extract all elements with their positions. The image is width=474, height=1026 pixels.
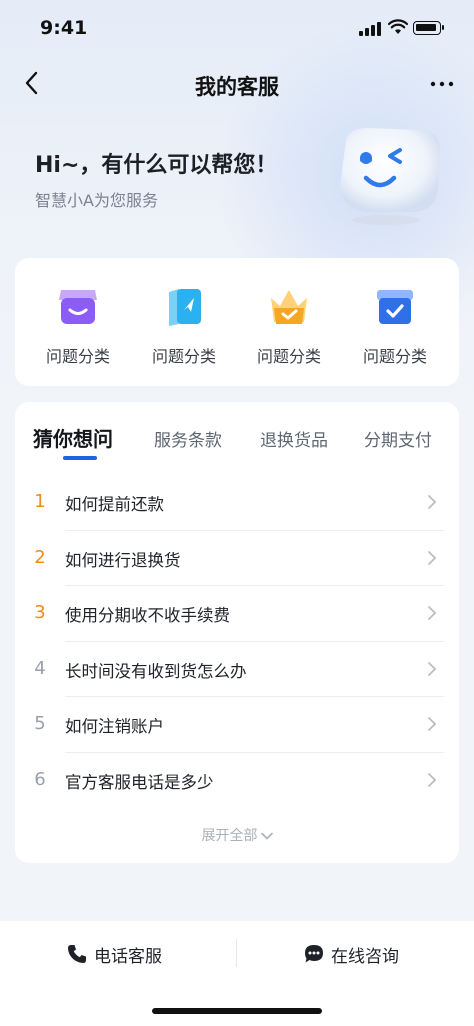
category-card: 问题分类 问题分类 问题分类 问题分类 [15,258,459,386]
faq-number: 2 [34,546,46,568]
expand-all-button[interactable]: 展开全部 [15,825,459,845]
expand-all-label: 展开全部 [201,828,258,844]
home-indicator [152,1008,322,1014]
faq-card: 猜你想问 服务条款 退换货品 分期支付 1 如何提前还款 2 如何进行退换货 3… [15,402,459,863]
chat-bubble-icon [305,945,323,963]
faq-number: 6 [34,768,46,790]
faq-number: 5 [34,713,46,735]
faq-question: 如何进行退换货 [65,550,181,570]
faq-number: 1 [34,491,46,512]
phone-service-label: 电话客服 [94,946,162,967]
chevron-right-icon [428,606,437,621]
active-tab-indicator [63,456,97,460]
list-item[interactable]: 1 如何提前还款 [15,475,459,531]
more-icon[interactable] [428,70,456,98]
category-label: 问题分类 [45,347,110,366]
list-item[interactable]: 4 长时间没有收到货怎么办 [15,642,459,698]
category-item-1[interactable]: 问题分类 [28,284,128,367]
signal-icon [359,22,381,36]
status-time: 9:41 [40,17,88,39]
tab-guess[interactable]: 猜你想问 [33,423,113,452]
list-item[interactable]: 2 如何进行退换货 [15,531,459,587]
page-title: 我的客服 [195,75,279,99]
chevron-right-icon [428,773,437,787]
faq-question: 如何提前还款 [65,495,164,514]
chevron-right-icon [428,661,437,676]
status-bar: 9:41 [0,0,474,56]
list-item[interactable]: 5 如何注销账户 [15,697,459,753]
chevron-right-icon [428,495,437,509]
divider [236,939,237,967]
faq-tabs: 猜你想问 服务条款 退换货品 分期支付 [15,402,459,464]
faq-list: 1 如何提前还款 2 如何进行退换货 3 使用分期收不收手续费 4 长时间没有收… [15,475,459,809]
online-consult-label: 在线咨询 [331,946,399,967]
category-item-4[interactable]: 问题分类 [345,284,445,367]
wifi-icon [388,19,408,34]
chevron-down-icon [260,832,273,840]
category-label: 问题分类 [362,347,427,366]
battery-icon [413,21,444,35]
category-label: 问题分类 [151,347,216,366]
faq-question: 使用分期收不收手续费 [65,606,230,626]
faq-question: 官方客服电话是多少 [65,772,214,792]
assistant-mascot-icon [340,128,440,225]
phone-icon [68,945,86,963]
tab-returns[interactable]: 退换货品 [260,426,328,451]
chevron-right-icon [428,717,437,732]
tab-installment[interactable]: 分期支付 [364,426,432,451]
faq-question: 长时间没有收到货怎么办 [65,661,247,681]
storefront-icon [59,290,97,324]
crown-icon [271,290,307,324]
category-item-2[interactable]: 问题分类 [134,284,234,367]
faq-question: 如何注销账户 [65,717,164,737]
nav-bar: 我的客服 [0,60,474,108]
faq-number: 4 [34,657,46,679]
online-consult-button[interactable]: 在线咨询 [303,939,399,969]
faq-number: 3 [34,602,46,624]
greeting-subtitle: 智慧小A为您服务 [35,191,158,210]
greeting-title: Hi~，有什么可以帮您！ [35,153,278,178]
map-guide-icon [169,289,201,326]
phone-service-button[interactable]: 电话客服 [66,939,162,969]
list-item[interactable]: 6 官方客服电话是多少 [15,753,459,809]
category-item-3[interactable]: 问题分类 [239,284,339,367]
tab-service-terms[interactable]: 服务条款 [154,426,222,451]
chevron-right-icon [428,550,437,565]
list-item[interactable]: 3 使用分期收不收手续费 [15,586,459,642]
category-label: 问题分类 [256,347,321,366]
checked-box-icon [377,290,413,324]
